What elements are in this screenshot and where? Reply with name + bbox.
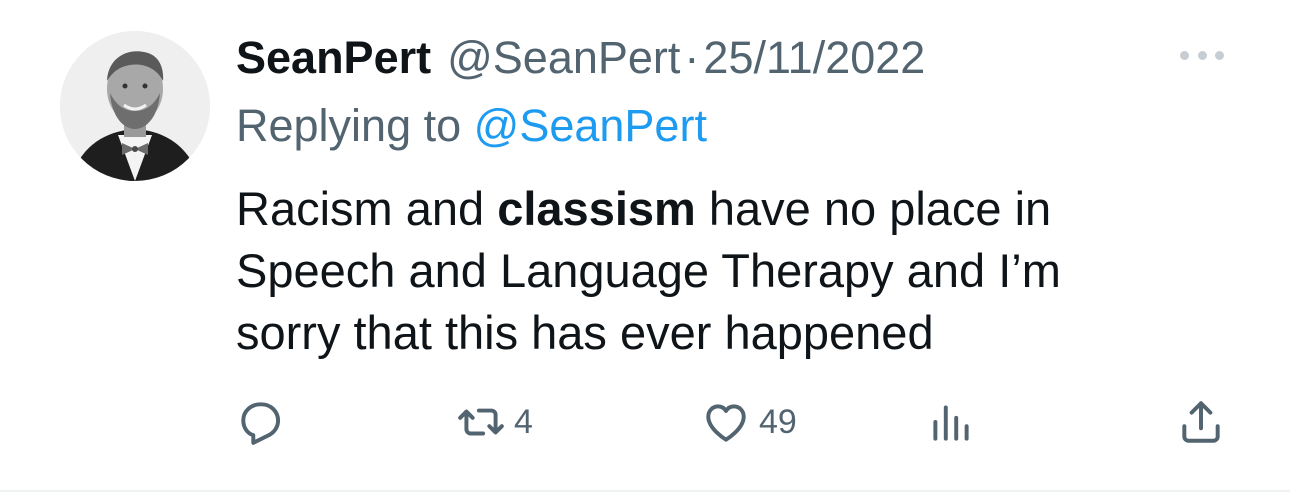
more-options-icon[interactable] xyxy=(1180,40,1224,70)
views-button[interactable] xyxy=(926,394,976,450)
tweet-text-part: Racism and xyxy=(236,182,498,235)
replying-to-handle-link[interactable]: @SeanPert xyxy=(474,100,707,151)
replying-prefix: Replying to xyxy=(236,100,474,151)
avatar[interactable] xyxy=(60,31,210,181)
more-dot xyxy=(1180,50,1189,60)
heart-icon xyxy=(706,404,746,442)
more-dot xyxy=(1215,50,1224,60)
retweet-icon xyxy=(458,408,504,436)
display-name[interactable]: SeanPert xyxy=(236,28,431,88)
tweet-actions-bar: 4 49 xyxy=(236,394,1236,450)
more-dot xyxy=(1197,50,1207,60)
tweet-text-bold: classism xyxy=(497,182,696,235)
separator-dot: · xyxy=(684,32,700,83)
retweet-count: 4 xyxy=(514,402,533,441)
reply-icon xyxy=(241,402,281,445)
replying-to-line: Replying to @SeanPert xyxy=(236,96,707,156)
like-button[interactable]: 49 xyxy=(701,394,797,450)
tweet-text: Racism and classism have no place in Spe… xyxy=(236,178,1176,364)
tweet-header: SeanPert @SeanPert · 25/11/2022 xyxy=(236,28,925,88)
share-icon xyxy=(1182,401,1220,443)
like-count: 49 xyxy=(759,402,797,441)
reply-button[interactable] xyxy=(236,394,286,450)
views-bar-chart-icon xyxy=(933,405,969,441)
user-handle[interactable]: @SeanPert xyxy=(447,28,680,88)
tweet-date[interactable]: 25/11/2022 xyxy=(703,28,925,88)
tweet[interactable]: SeanPert @SeanPert · 25/11/2022 Replying… xyxy=(0,0,1290,502)
share-button[interactable] xyxy=(1176,394,1226,450)
retweet-button[interactable]: 4 xyxy=(456,394,533,450)
divider xyxy=(0,490,1290,492)
